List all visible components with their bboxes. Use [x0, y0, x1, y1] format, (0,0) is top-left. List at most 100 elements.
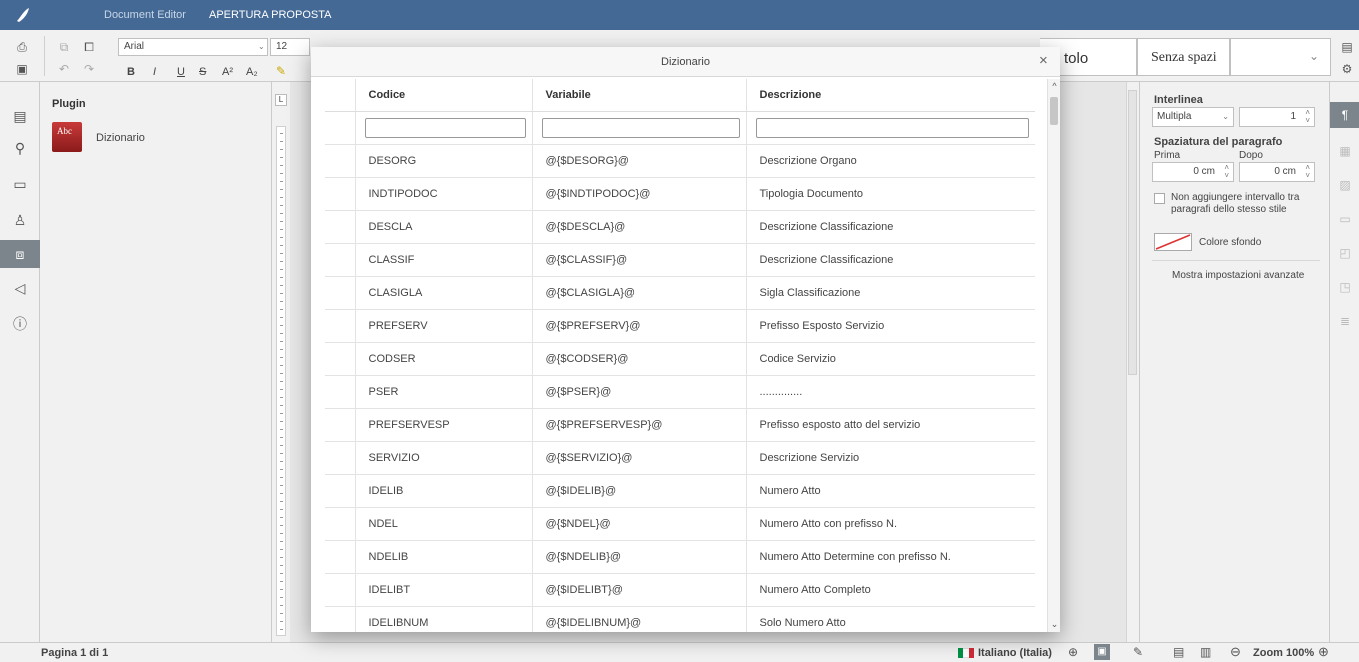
globe-icon[interactable]: ⊕ — [1068, 645, 1078, 659]
strikethrough-button[interactable]: S — [199, 66, 206, 78]
row-select-cell[interactable] — [325, 375, 355, 409]
row-select-cell[interactable] — [325, 441, 355, 475]
speaker-icon[interactable]: ◁ — [0, 274, 40, 302]
subscript-button[interactable]: A₂ — [246, 66, 258, 78]
language-selector[interactable]: Italiano (Italia) — [978, 647, 1052, 659]
row-select-cell[interactable] — [325, 276, 355, 310]
table-row[interactable]: CLASSIF @{$CLASSIF}@ Descrizione Classific… — [325, 243, 1035, 277]
show-advanced-settings-link[interactable]: Mostra impostazioni avanzate — [1172, 270, 1304, 281]
undo-icon[interactable]: ↶ — [55, 60, 73, 78]
paste-icon[interactable]: ⧠ — [80, 38, 98, 56]
redo-icon[interactable]: ↷ — [80, 60, 98, 78]
plugin-icon[interactable]: ⧈ — [0, 240, 40, 268]
column-header-variabile[interactable]: Variabile — [531, 79, 746, 112]
table-row[interactable]: PSER @{$PSER}@.............. — [325, 375, 1035, 409]
track-changes-icon[interactable]: ✎ — [1133, 645, 1143, 659]
spin-arrows-icon[interactable]: ˄ ˅ — [1224, 164, 1229, 180]
table-icon[interactable]: ▦ — [1330, 138, 1359, 164]
image-icon[interactable]: ▨ — [1330, 172, 1359, 198]
table-row[interactable]: DESCLA @{$DESCLA}@ Descrizione Classificaz… — [325, 210, 1035, 244]
row-select-cell[interactable] — [325, 408, 355, 442]
spellcheck-icon[interactable]: ▣ — [1094, 644, 1110, 660]
row-select-cell[interactable] — [325, 243, 355, 277]
header-footer-icon[interactable]: ▭ — [1330, 206, 1359, 232]
zoom-in-icon[interactable]: ⊕ — [1318, 644, 1329, 660]
scroll-down-icon[interactable]: ⌄ — [1049, 619, 1060, 630]
row-select-cell[interactable] — [325, 606, 355, 632]
row-select-cell[interactable] — [325, 540, 355, 574]
table-row[interactable]: PREFSERVESP @{$PREFSERVESP}@ Prefisso espo… — [325, 408, 1035, 442]
table-row[interactable]: IDELIBNUM @{$IDELIBNUM}@ Solo Numero Atto — [325, 606, 1035, 632]
document-scroll-thumb[interactable] — [1128, 90, 1137, 375]
no-interval-checkbox[interactable] — [1154, 193, 1165, 204]
row-select-cell[interactable] — [325, 474, 355, 508]
line-spacing-mode-select[interactable]: Multipla ⌄ — [1152, 107, 1234, 127]
line-spacing-value-input[interactable]: 1 ˄ ˅ — [1239, 107, 1315, 127]
chevron-down-icon[interactable]: ⌄ — [258, 42, 265, 51]
table-row[interactable]: NDEL @{$NDEL}@ Numero Atto con prefisso N. — [325, 507, 1035, 541]
dictionary-plugin-label[interactable]: Dizionario — [96, 132, 145, 144]
copy-icon[interactable]: ⧉ — [55, 38, 73, 56]
superscript-button[interactable]: A² — [222, 66, 233, 78]
document-scrollbar[interactable] — [1126, 82, 1138, 642]
codice-filter-input[interactable] — [364, 117, 526, 138]
comment-icon[interactable]: ▭ — [0, 170, 40, 198]
variabile-cell: @{$INDTIPODOC}@ — [531, 177, 746, 211]
spacing-before-input[interactable]: 0 cm ˄ ˅ — [1152, 162, 1234, 182]
print-icon[interactable]: ⎙ — [13, 38, 31, 56]
gear-icon[interactable]: ⚙ — [1338, 60, 1356, 78]
row-select-cell[interactable] — [325, 144, 355, 178]
spin-arrows-icon[interactable]: ˄ ˅ — [1305, 164, 1310, 180]
text-art-icon[interactable]: ≣ — [1330, 308, 1359, 334]
spacing-after-input[interactable]: 0 cm ˄ ˅ — [1239, 162, 1315, 182]
font-size-select[interactable]: 12 — [270, 38, 310, 56]
dialog-scrollbar[interactable]: ^ ⌄ — [1047, 79, 1060, 632]
row-select-cell[interactable] — [325, 342, 355, 376]
underline-button[interactable]: U — [177, 66, 185, 78]
fit-width-icon[interactable]: ▥ — [1200, 645, 1211, 659]
column-header-descrizione[interactable]: Descrizione — [745, 79, 1035, 112]
highlight-icon[interactable]: ✎ — [272, 62, 290, 80]
row-select-cell[interactable] — [325, 507, 355, 541]
view-settings-icon[interactable]: ▤ — [1338, 38, 1356, 56]
dialog-scroll-thumb[interactable] — [1050, 97, 1058, 125]
chevron-down-icon: ⌄ — [1309, 49, 1320, 63]
table-row[interactable]: IDELIB @{$IDELIB}@ Numero Atto — [325, 474, 1035, 508]
user-icon[interactable]: ♙ — [0, 206, 40, 234]
style-no-spacing[interactable]: Senza spazi — [1137, 38, 1230, 76]
table-row[interactable]: DESORG @{$DESORG}@ Descrizione Organo — [325, 144, 1035, 178]
scroll-up-icon[interactable]: ^ — [1049, 81, 1060, 91]
row-select-cell[interactable] — [325, 177, 355, 211]
table-row[interactable]: CODSER @{$CODSER}@ Codice Servizio — [325, 342, 1035, 376]
dictionary-plugin-icon[interactable]: Abc — [52, 122, 82, 152]
row-select-cell[interactable] — [325, 573, 355, 607]
spin-arrows-icon[interactable]: ˄ ˅ — [1305, 109, 1310, 125]
table-row[interactable]: INDTIPODOC @{$INDTIPODOC}@ Tipologia Docum… — [325, 177, 1035, 211]
table-row[interactable]: NDELIB @{$NDELIB}@ Numero Atto Determine c… — [325, 540, 1035, 574]
row-select-cell[interactable] — [325, 210, 355, 244]
table-row[interactable]: SERVIZIO @{$SERVIZIO}@ Descrizione Servizi… — [325, 441, 1035, 475]
variabile-filter-input[interactable] — [541, 117, 740, 138]
shape-icon[interactable]: ◰ — [1330, 240, 1359, 266]
italic-button[interactable]: I — [153, 66, 156, 78]
paragraph-icon[interactable]: ¶ — [1330, 102, 1359, 128]
font-name-select[interactable]: Arial — [118, 38, 268, 56]
bold-button[interactable]: B — [127, 66, 135, 78]
table-row[interactable]: CLASIGLA @{$CLASIGLA}@ Sigla Classificazio… — [325, 276, 1035, 310]
table-row[interactable]: PREFSERV @{$PREFSERV}@ Prefisso Esposto Se… — [325, 309, 1035, 343]
search-icon[interactable]: ⚲ — [0, 134, 40, 162]
close-icon[interactable]: × — [1039, 53, 1048, 69]
column-header-codice[interactable]: Codice — [354, 79, 532, 112]
fit-page-icon[interactable]: ▤ — [1173, 645, 1184, 659]
styles-expand[interactable]: ⌄ — [1230, 38, 1331, 76]
table-row[interactable]: IDELIBT @{$IDELIBT}@ Numero Atto Completo — [325, 573, 1035, 607]
background-color-picker[interactable] — [1154, 233, 1192, 251]
file-icon[interactable]: ▤ — [0, 102, 40, 130]
zoom-out-icon[interactable]: ⊖ — [1230, 644, 1241, 660]
save-icon[interactable]: ▣ — [13, 60, 31, 78]
descrizione-filter-input[interactable] — [755, 117, 1029, 138]
info-icon[interactable]: ⓘ — [0, 310, 40, 338]
tab-stop-icon[interactable]: L — [275, 94, 287, 106]
row-select-cell[interactable] — [325, 309, 355, 343]
chart-icon[interactable]: ◳ — [1330, 274, 1359, 300]
